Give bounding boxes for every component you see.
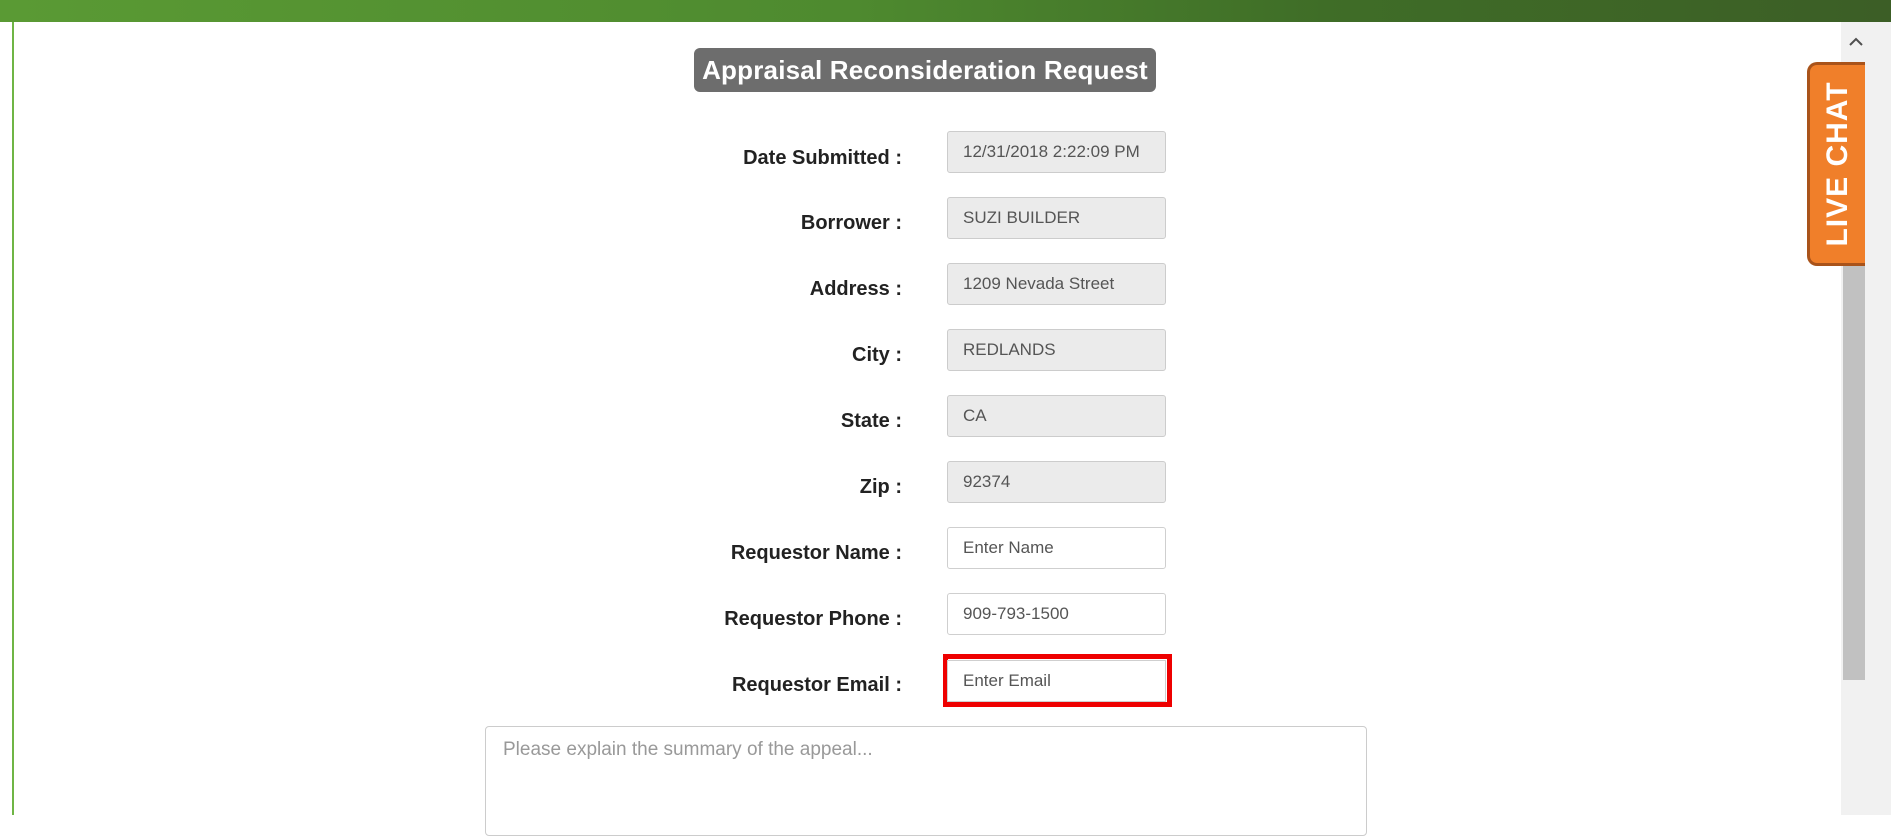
city-field[interactable] [947,329,1166,371]
zip-field[interactable] [947,461,1166,503]
borrower-field[interactable] [947,197,1166,239]
label-borrower: Borrower : [800,212,902,234]
label-zip: Zip : [859,476,902,498]
state-field[interactable] [947,395,1166,437]
label-date-submitted: Date Submitted : [743,147,902,169]
label-requestor-name: Requestor Name : [730,542,902,564]
header-bar [0,0,1891,22]
label-state: State : [840,410,902,432]
label-requestor-phone: Requestor Phone : [724,608,902,630]
date-submitted-field[interactable] [947,131,1166,173]
page-title: Appraisal Reconsideration Request [694,48,1156,92]
live-chat-button[interactable]: LIVE CHAT [1807,62,1865,266]
chevron-up-icon-svg [1849,37,1863,46]
appeal-summary-textarea[interactable] [485,726,1367,836]
requestor-email-input[interactable] [947,660,1166,702]
content-border [12,22,14,815]
requestor-phone-input[interactable] [947,593,1166,635]
requestor-name-input[interactable] [947,527,1166,569]
label-city: City : [852,344,902,366]
live-chat-label: LIVE CHAT [1820,81,1854,247]
address-field[interactable] [947,263,1166,305]
page: Appraisal Reconsideration Request Date S… [0,0,1891,836]
chevron-up-icon[interactable] [1841,26,1871,56]
label-address: Address : [809,278,902,300]
label-requestor-email: Requestor Email : [731,674,902,696]
